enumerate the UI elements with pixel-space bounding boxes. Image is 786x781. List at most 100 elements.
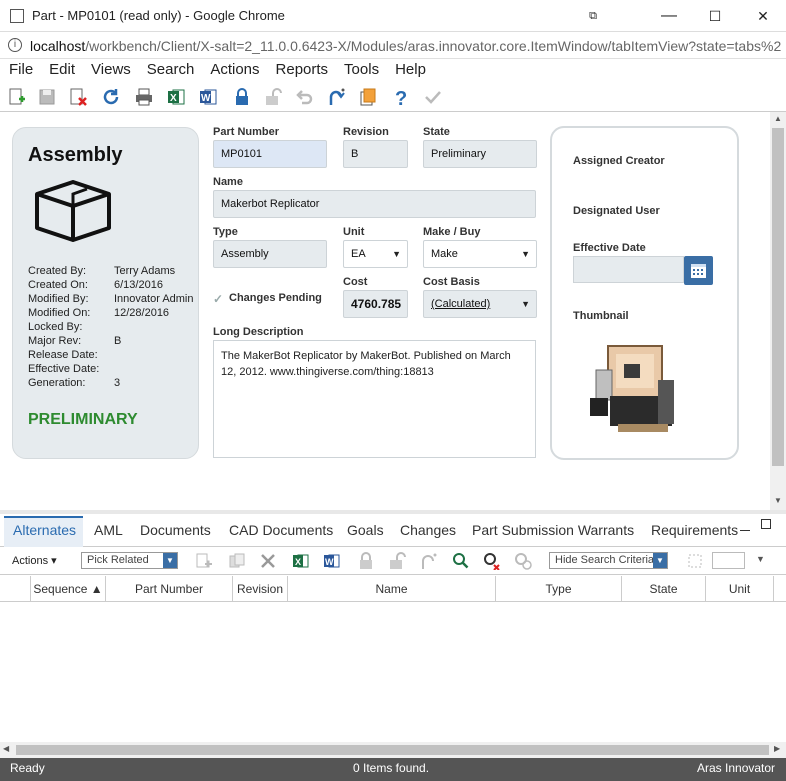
long-description-label: Long Description [213,326,304,338]
tab-part-submission-warrants[interactable]: Part Submission Warrants [472,522,634,538]
name-field[interactable]: Makerbot Replicator [213,190,536,218]
minimize-button[interactable]: — [646,0,692,32]
tab-documents[interactable]: Documents [140,522,211,538]
long-description-field[interactable]: The MakerBot Replicator by MakerBot. Pub… [213,340,536,458]
part-number-field[interactable]: MP0101 [213,140,327,168]
delete-icon[interactable] [68,87,88,107]
page-icon[interactable] [686,552,704,570]
column-part-number[interactable]: Part Number [106,576,233,602]
tab-requirements[interactable]: Requirements [651,522,738,538]
replace-icon[interactable] [228,552,246,570]
state-field[interactable]: Preliminary [423,140,537,168]
print-icon[interactable] [134,87,154,107]
delete-row-icon[interactable] [259,552,277,570]
maximize-pane-icon[interactable] [761,519,771,529]
created-by-value: Terry Adams [114,265,176,277]
effective-date-field[interactable] [573,256,684,283]
url-text[interactable]: localhost/workbench/Client/X-salt=2_11.0… [30,38,782,54]
scroll-up-icon[interactable]: ▲ [770,112,786,126]
refresh-icon[interactable] [101,87,121,107]
promote-icon[interactable] [327,87,347,107]
address-bar[interactable]: i localhost/workbench/Client/X-salt=2_11… [0,33,786,59]
maximize-button[interactable]: ☐ [692,0,738,32]
page-size-input[interactable] [712,552,745,569]
info-icon[interactable]: i [8,38,22,52]
generation-value: 3 [114,377,121,389]
created-on-value: 6/13/2016 [114,279,163,291]
type-field[interactable]: Assembly [213,240,327,268]
unlock-icon[interactable] [388,552,406,570]
modified-on-value: 12/28/2016 [114,307,170,319]
excel-icon[interactable]: X [292,552,310,570]
column-revision[interactable]: Revision [233,576,288,602]
scrollbar-thumb[interactable] [772,128,784,466]
check-icon: ✓ [213,292,224,306]
scrollbar-thumb[interactable] [16,745,769,755]
scroll-down-icon[interactable]: ▼ [770,494,786,508]
done-icon[interactable] [423,87,443,107]
menu-reports[interactable]: Reports [268,59,337,81]
close-button[interactable]: ✕ [740,0,786,32]
relationship-tabs: Alternates AML Documents CAD Documents G… [0,514,786,547]
unit-select[interactable]: EA [343,240,408,268]
help-icon[interactable]: ? [391,87,411,107]
search-icon[interactable] [451,552,469,570]
modified-by-value: Innovator Admin [114,293,194,305]
search-options-icon[interactable] [514,552,532,570]
revision-field[interactable]: B [343,140,408,168]
actions-menu[interactable]: Actions ▾ [12,554,57,567]
copy-icon[interactable] [358,87,378,107]
menu-file[interactable]: File [0,59,41,81]
menu-views[interactable]: Views [83,59,139,81]
select-column-header[interactable] [0,576,31,602]
meta-label: Created By: [28,265,87,277]
excel-icon[interactable]: X [166,87,186,107]
tab-cad-documents[interactable]: CAD Documents [229,522,333,538]
changes-pending-checkbox[interactable]: ✓ Changes Pending [213,292,322,306]
word-icon[interactable]: W [198,87,218,107]
save-icon[interactable] [37,87,57,107]
cost-field[interactable]: 4760.785 [343,290,408,318]
menu-actions[interactable]: Actions [202,59,267,81]
search-mode-select[interactable]: Hide Search Criteria ▼ [549,552,668,569]
menu-search[interactable]: Search [139,59,203,81]
menu-help[interactable]: Help [387,59,434,81]
column-state[interactable]: State [622,576,706,602]
restore-tab-icon[interactable]: ⧉ [570,0,616,32]
menu-tools[interactable]: Tools [336,59,387,81]
column-name[interactable]: Name [288,576,496,602]
svg-text:W: W [325,557,334,567]
column-type[interactable]: Type [496,576,622,602]
lock-icon[interactable] [232,87,252,107]
scroll-right-icon[interactable]: ▶ [774,744,780,753]
grid-body[interactable] [0,602,786,742]
grid-horizontal-scrollbar[interactable]: ◀ ▶ [0,742,786,758]
undo-icon[interactable] [294,87,314,107]
lifecycle-status: PRELIMINARY [28,411,138,428]
column-unit[interactable]: Unit [706,576,774,602]
calendar-icon [691,264,706,278]
pick-related-select[interactable]: Pick Related ▼ [81,552,178,569]
state-label: State [423,126,450,138]
add-row-icon[interactable] [195,552,213,570]
clear-search-icon[interactable] [483,552,501,570]
tab-goals[interactable]: Goals [347,522,384,538]
word-icon[interactable]: W [323,552,341,570]
url-host: localhost [30,38,86,54]
unlock-icon[interactable] [263,87,283,107]
column-sequence[interactable]: Sequence ▲ [31,576,106,602]
new-icon[interactable] [7,87,27,107]
make-buy-select[interactable]: Make [423,240,537,268]
tab-aml[interactable]: AML [94,522,123,538]
tab-alternates[interactable]: Alternates [13,522,76,538]
lock-icon[interactable] [357,552,375,570]
form-vertical-scrollbar[interactable]: ▲ ▼ [770,112,786,510]
chevron-down-icon[interactable]: ▼ [756,554,765,564]
minimize-pane-icon[interactable] [740,530,750,531]
calendar-button[interactable] [684,256,713,285]
scroll-left-icon[interactable]: ◀ [3,744,9,753]
cost-basis-select[interactable]: (Calculated) [423,290,537,318]
menu-edit[interactable]: Edit [41,59,83,81]
promote-icon[interactable] [420,552,438,570]
tab-changes[interactable]: Changes [400,522,456,538]
